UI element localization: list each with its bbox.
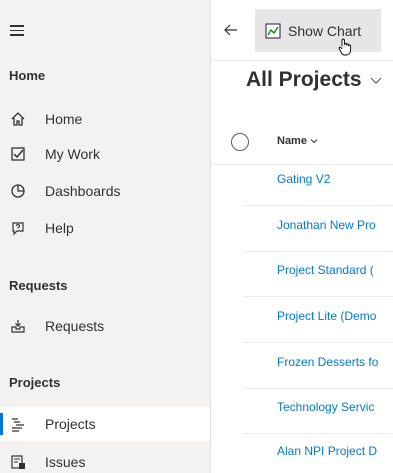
- table-row[interactable]: Project Standard (: [244, 250, 393, 297]
- inbox-icon: [10, 318, 26, 334]
- table-row[interactable]: Gating V2: [244, 159, 393, 206]
- table-row[interactable]: Technology Servic: [244, 387, 393, 434]
- sidebar-item-label: Requests: [45, 318, 105, 334]
- projects-icon: [10, 416, 26, 432]
- column-header-label: Name: [277, 135, 307, 147]
- sidebar-item-label: Issues: [45, 454, 86, 470]
- command-bar: Show Chart: [211, 0, 393, 61]
- section-title-home: Home: [9, 68, 46, 83]
- project-link[interactable]: Project Standard (: [277, 263, 374, 277]
- dashboard-icon: [10, 183, 26, 199]
- project-link[interactable]: Alan NPI Project D: [277, 444, 377, 458]
- chevron-down-icon: [370, 77, 381, 84]
- sidebar-item-help[interactable]: Help: [0, 211, 210, 245]
- chart-icon: [265, 22, 281, 39]
- sidebar-item-projects[interactable]: Projects: [0, 407, 210, 441]
- page-title-text: All Projects: [246, 68, 362, 91]
- project-link[interactable]: Project Lite (Demo: [277, 309, 376, 323]
- sidebar-item-label: Projects: [45, 416, 96, 432]
- column-header-name[interactable]: Name: [277, 135, 318, 147]
- sidebar-item-dashboards[interactable]: Dashboards: [0, 174, 210, 208]
- chevron-down-icon: [310, 139, 318, 144]
- help-icon: [10, 220, 26, 236]
- project-link[interactable]: Jonathan New Pro: [277, 218, 376, 232]
- hamburger-menu-icon[interactable]: [10, 25, 24, 37]
- issues-icon: [10, 454, 26, 470]
- table-row[interactable]: Frozen Desserts fo: [244, 342, 393, 389]
- page-title[interactable]: All Projects: [246, 68, 382, 92]
- sidebar-item-home[interactable]: Home: [0, 102, 210, 136]
- table-row[interactable]: Alan NPI Project D: [244, 431, 393, 473]
- sidebar: Home Home My Work Dashboards Help Reques…: [0, 0, 211, 473]
- select-all-radio[interactable]: [231, 133, 249, 151]
- project-link[interactable]: Technology Servic: [277, 400, 374, 414]
- back-arrow-icon[interactable]: [221, 20, 241, 40]
- hand-cursor-icon: [338, 38, 352, 56]
- sidebar-item-issues[interactable]: Issues: [0, 445, 210, 473]
- show-chart-label: Show Chart: [288, 22, 362, 39]
- project-link[interactable]: Frozen Desserts fo: [277, 355, 378, 369]
- sidebar-item-my-work[interactable]: My Work: [0, 137, 210, 171]
- main-content: Show Chart All Projects Name Gating V2 J…: [211, 0, 393, 473]
- sidebar-item-label: Help: [45, 220, 74, 236]
- sidebar-item-label: Home: [45, 111, 83, 127]
- checkbox-icon: [10, 146, 26, 162]
- show-chart-button[interactable]: Show Chart: [255, 9, 381, 52]
- home-icon: [10, 111, 26, 127]
- section-title-projects: Projects: [9, 375, 61, 390]
- section-title-requests: Requests: [9, 278, 68, 293]
- table-row[interactable]: Project Lite (Demo: [244, 296, 393, 343]
- sidebar-item-requests[interactable]: Requests: [0, 309, 210, 343]
- sidebar-item-label: Dashboards: [45, 183, 121, 199]
- table-row[interactable]: Jonathan New Pro: [244, 205, 393, 252]
- project-link[interactable]: Gating V2: [277, 172, 330, 186]
- sidebar-item-label: My Work: [45, 146, 100, 162]
- app-window: Home Home My Work Dashboards Help Reques…: [0, 0, 393, 473]
